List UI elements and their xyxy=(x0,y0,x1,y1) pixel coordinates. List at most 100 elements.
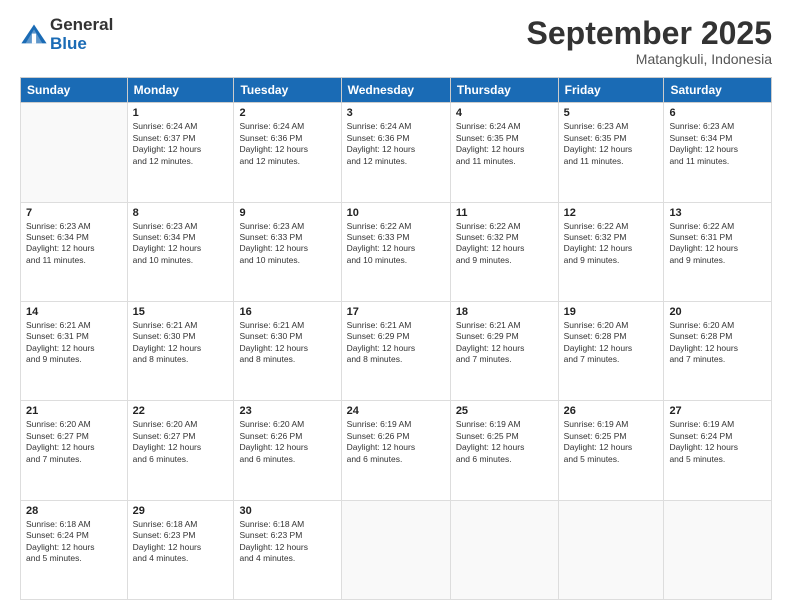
location: Matangkuli, Indonesia xyxy=(527,51,772,67)
col-wednesday: Wednesday xyxy=(341,78,450,103)
table-cell: 5 Sunrise: 6:23 AM Sunset: 6:35 PM Daylig… xyxy=(558,103,664,202)
day-number: 11 xyxy=(456,207,553,219)
title-block: September 2025 Matangkuli, Indonesia xyxy=(527,16,772,67)
day-number: 3 xyxy=(347,107,445,119)
table-cell: 29Sunrise: 6:18 AM Sunset: 6:23 PM Dayli… xyxy=(127,500,234,599)
table-cell: 26Sunrise: 6:19 AM Sunset: 6:25 PM Dayli… xyxy=(558,401,664,500)
day-number: 5 xyxy=(564,107,659,119)
week-row-2: 7 Sunrise: 6:23 AM Sunset: 6:34 PM Daylig… xyxy=(21,202,772,301)
day-number: 16 xyxy=(239,306,335,318)
day-number: 1 xyxy=(133,107,229,119)
logo-general-text: General xyxy=(50,16,113,35)
day-number: 14 xyxy=(26,306,122,318)
table-cell: 22 Sunrise: 6:20 AM Sunset: 6:27 PM Dayli… xyxy=(127,401,234,500)
day-number: 25 xyxy=(456,405,553,417)
week-row-5: 28 Sunrise: 6:18 AM Sunset: 6:24 PM Dayli… xyxy=(21,500,772,599)
day-number: 19 xyxy=(564,306,659,318)
day-info: Sunrise: 6:19 AM Sunset: 6:26 PM Dayligh… xyxy=(347,419,445,465)
day-info: Sunrise: 6:21 AM Sunset: 6:30 PM Dayligh… xyxy=(239,320,335,366)
day-number: 23 xyxy=(239,405,335,417)
day-info: Sunrise: 6:19 AM Sunset: 6:24 PM Dayligh… xyxy=(669,419,766,465)
table-cell: 14 Sunrise: 6:21 AM Sunset: 6:31 PM Dayli… xyxy=(21,301,128,400)
table-cell: 3 Sunrise: 6:24 AM Sunset: 6:36 PM Daylig… xyxy=(341,103,450,202)
table-cell: 24 Sunrise: 6:19 AM Sunset: 6:26 PM Dayli… xyxy=(341,401,450,500)
table-cell: 13Sunrise: 6:22 AM Sunset: 6:31 PM Dayli… xyxy=(664,202,772,301)
day-info: Sunrise: 6:23 AM Sunset: 6:34 PM Dayligh… xyxy=(669,121,766,167)
day-info: Sunrise: 6:22 AM Sunset: 6:32 PM Dayligh… xyxy=(456,221,553,267)
day-info: Sunrise: 6:24 AM Sunset: 6:36 PM Dayligh… xyxy=(239,121,335,167)
day-number: 7 xyxy=(26,207,122,219)
day-info: Sunrise: 6:23 AM Sunset: 6:34 PM Dayligh… xyxy=(133,221,229,267)
logo-blue-text: Blue xyxy=(50,35,113,54)
col-friday: Friday xyxy=(558,78,664,103)
table-cell: 27 Sunrise: 6:19 AM Sunset: 6:24 PM Dayli… xyxy=(664,401,772,500)
day-info: Sunrise: 6:22 AM Sunset: 6:33 PM Dayligh… xyxy=(347,221,445,267)
col-thursday: Thursday xyxy=(450,78,558,103)
day-number: 10 xyxy=(347,207,445,219)
table-cell: 25 Sunrise: 6:19 AM Sunset: 6:25 PM Dayli… xyxy=(450,401,558,500)
day-info: Sunrise: 6:19 AM Sunset: 6:25 PM Dayligh… xyxy=(564,419,659,465)
day-info: Sunrise: 6:18 AM Sunset: 6:24 PM Dayligh… xyxy=(26,519,122,565)
day-info: Sunrise: 6:21 AM Sunset: 6:31 PM Dayligh… xyxy=(26,320,122,366)
table-cell xyxy=(450,500,558,599)
table-cell: 2Sunrise: 6:24 AM Sunset: 6:36 PM Daylig… xyxy=(234,103,341,202)
day-number: 21 xyxy=(26,405,122,417)
day-number: 20 xyxy=(669,306,766,318)
table-cell: 17Sunrise: 6:21 AM Sunset: 6:29 PM Dayli… xyxy=(341,301,450,400)
table-cell: 19Sunrise: 6:20 AM Sunset: 6:28 PM Dayli… xyxy=(558,301,664,400)
table-cell: 23 Sunrise: 6:20 AM Sunset: 6:26 PM Dayli… xyxy=(234,401,341,500)
logo-icon xyxy=(20,21,48,49)
day-info: Sunrise: 6:23 AM Sunset: 6:35 PM Dayligh… xyxy=(564,121,659,167)
day-info: Sunrise: 6:20 AM Sunset: 6:27 PM Dayligh… xyxy=(26,419,122,465)
calendar-page: General Blue September 2025 Matangkuli, … xyxy=(0,0,792,612)
table-cell: 7Sunrise: 6:23 AM Sunset: 6:34 PM Daylig… xyxy=(21,202,128,301)
col-monday: Monday xyxy=(127,78,234,103)
table-cell xyxy=(341,500,450,599)
day-number: 9 xyxy=(239,207,335,219)
day-number: 29 xyxy=(133,505,229,517)
day-info: Sunrise: 6:22 AM Sunset: 6:32 PM Dayligh… xyxy=(564,221,659,267)
table-cell: 8 Sunrise: 6:23 AM Sunset: 6:34 PM Daylig… xyxy=(127,202,234,301)
table-cell xyxy=(664,500,772,599)
day-info: Sunrise: 6:24 AM Sunset: 6:36 PM Dayligh… xyxy=(347,121,445,167)
table-cell: 10 Sunrise: 6:22 AM Sunset: 6:33 PM Dayli… xyxy=(341,202,450,301)
day-number: 30 xyxy=(239,505,335,517)
day-number: 17 xyxy=(347,306,445,318)
table-cell: 20 Sunrise: 6:20 AM Sunset: 6:28 PM Dayli… xyxy=(664,301,772,400)
week-row-4: 21 Sunrise: 6:20 AM Sunset: 6:27 PM Dayli… xyxy=(21,401,772,500)
day-info: Sunrise: 6:22 AM Sunset: 6:31 PM Dayligh… xyxy=(669,221,766,267)
day-info: Sunrise: 6:20 AM Sunset: 6:27 PM Dayligh… xyxy=(133,419,229,465)
table-cell: 16 Sunrise: 6:21 AM Sunset: 6:30 PM Dayli… xyxy=(234,301,341,400)
header: General Blue September 2025 Matangkuli, … xyxy=(20,16,772,67)
table-cell: 30Sunrise: 6:18 AM Sunset: 6:23 PM Dayli… xyxy=(234,500,341,599)
day-number: 22 xyxy=(133,405,229,417)
day-number: 27 xyxy=(669,405,766,417)
table-cell: 9Sunrise: 6:23 AM Sunset: 6:33 PM Daylig… xyxy=(234,202,341,301)
month-title: September 2025 xyxy=(527,16,772,51)
logo-text: General Blue xyxy=(50,16,113,53)
table-cell xyxy=(558,500,664,599)
table-cell: 11 Sunrise: 6:22 AM Sunset: 6:32 PM Dayli… xyxy=(450,202,558,301)
col-sunday: Sunday xyxy=(21,78,128,103)
day-info: Sunrise: 6:19 AM Sunset: 6:25 PM Dayligh… xyxy=(456,419,553,465)
day-info: Sunrise: 6:24 AM Sunset: 6:35 PM Dayligh… xyxy=(456,121,553,167)
week-row-1: 1 Sunrise: 6:24 AM Sunset: 6:37 PM Daylig… xyxy=(21,103,772,202)
col-saturday: Saturday xyxy=(664,78,772,103)
day-info: Sunrise: 6:21 AM Sunset: 6:30 PM Dayligh… xyxy=(133,320,229,366)
logo: General Blue xyxy=(20,16,113,53)
day-number: 6 xyxy=(669,107,766,119)
day-number: 28 xyxy=(26,505,122,517)
day-info: Sunrise: 6:20 AM Sunset: 6:28 PM Dayligh… xyxy=(669,320,766,366)
day-number: 24 xyxy=(347,405,445,417)
table-cell: 1 Sunrise: 6:24 AM Sunset: 6:37 PM Daylig… xyxy=(127,103,234,202)
table-cell: 28 Sunrise: 6:18 AM Sunset: 6:24 PM Dayli… xyxy=(21,500,128,599)
day-number: 4 xyxy=(456,107,553,119)
day-number: 18 xyxy=(456,306,553,318)
day-info: Sunrise: 6:21 AM Sunset: 6:29 PM Dayligh… xyxy=(456,320,553,366)
day-info: Sunrise: 6:20 AM Sunset: 6:26 PM Dayligh… xyxy=(239,419,335,465)
table-cell: 12 Sunrise: 6:22 AM Sunset: 6:32 PM Dayli… xyxy=(558,202,664,301)
day-number: 12 xyxy=(564,207,659,219)
day-number: 8 xyxy=(133,207,229,219)
day-info: Sunrise: 6:24 AM Sunset: 6:37 PM Dayligh… xyxy=(133,121,229,167)
table-cell: 15Sunrise: 6:21 AM Sunset: 6:30 PM Dayli… xyxy=(127,301,234,400)
